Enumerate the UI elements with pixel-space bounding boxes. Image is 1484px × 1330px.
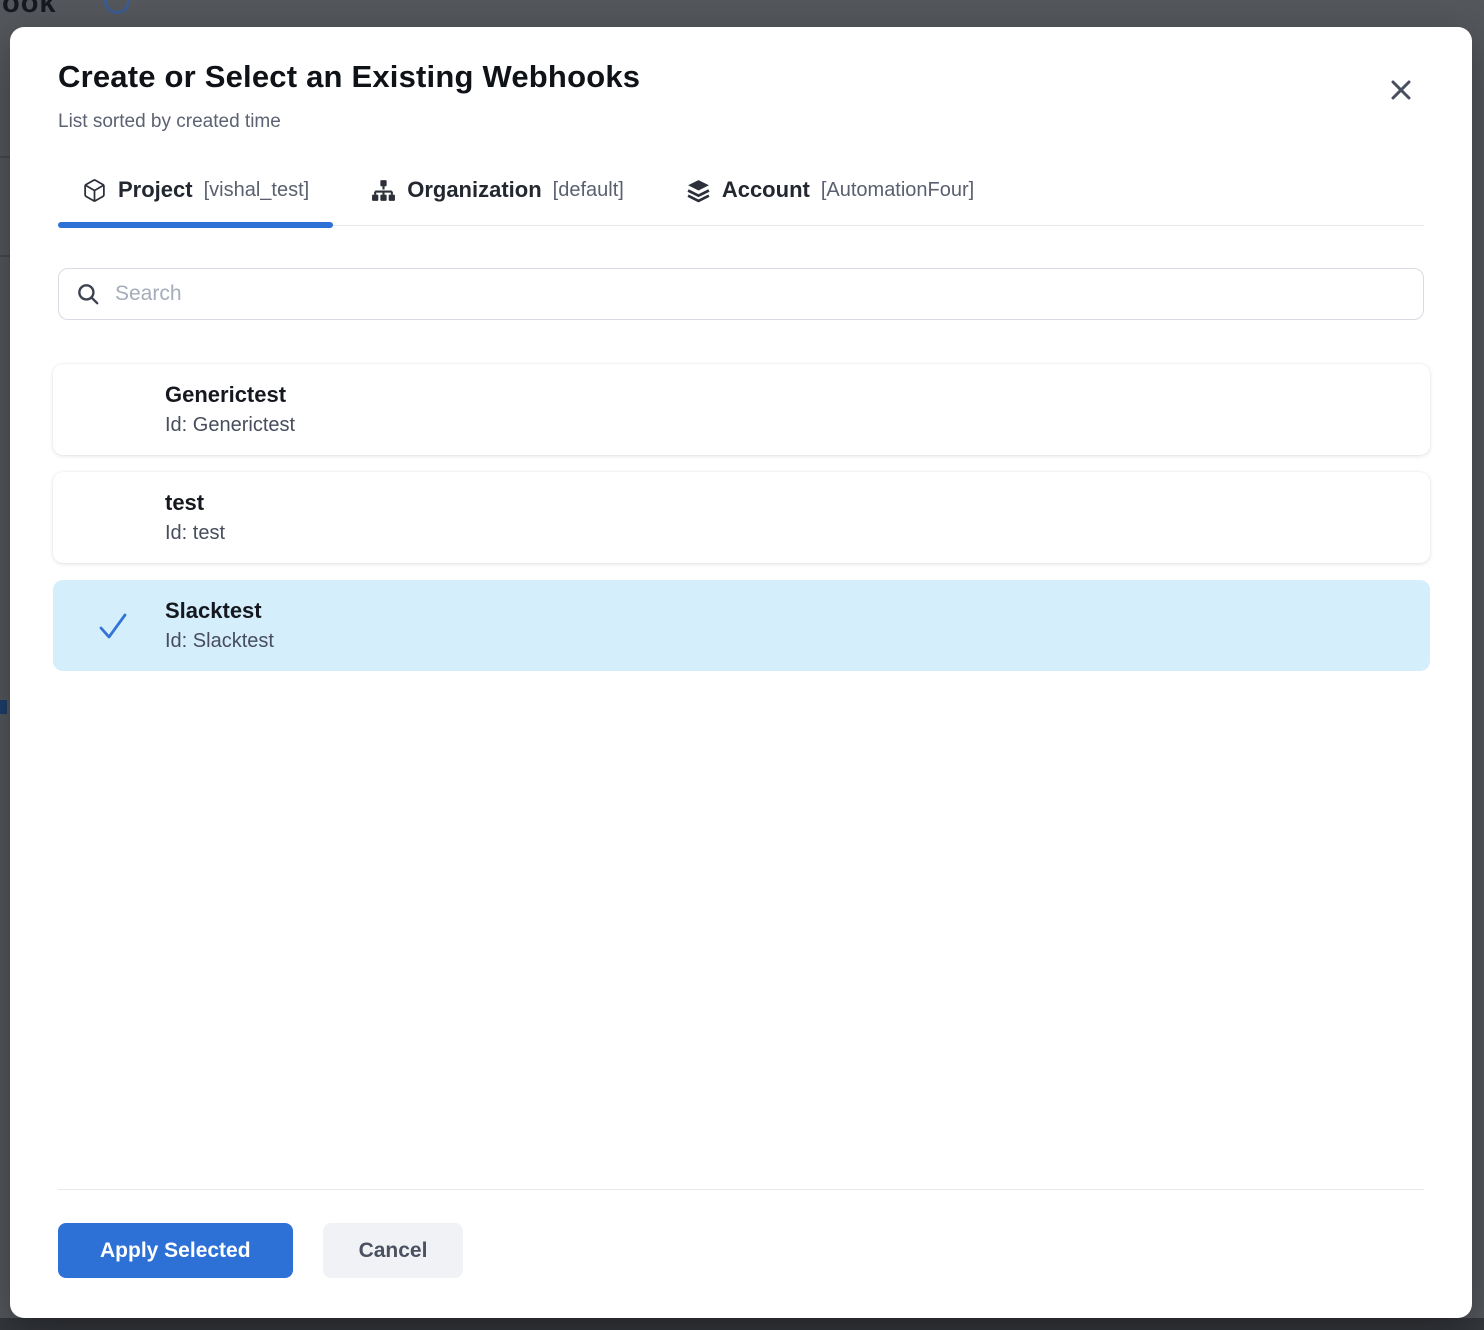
scope-tab-bar: Project [vishal_test] Organization [defa…: [58, 173, 1424, 226]
background-divider: [0, 156, 10, 158]
webhook-name: Generictest: [165, 381, 1430, 409]
check-slot: [93, 498, 133, 538]
info-icon: [104, 0, 130, 14]
background-accent-fragment: [0, 700, 7, 714]
cancel-button[interactable]: Cancel: [323, 1223, 464, 1278]
apply-selected-button[interactable]: Apply Selected: [58, 1223, 293, 1278]
sitemap-icon: [371, 178, 396, 203]
cube-icon: [82, 178, 107, 203]
search-box: [58, 268, 1424, 320]
tab-project[interactable]: Project [vishal_test]: [58, 173, 333, 225]
tab-organization[interactable]: Organization [default]: [347, 173, 648, 225]
close-icon: [1388, 77, 1414, 103]
modal-header: Create or Select an Existing Webhooks Li…: [58, 27, 1424, 133]
modal-subtitle: List sorted by created time: [58, 111, 1424, 133]
list-item-generictest[interactable]: Generictest Id: Generictest: [53, 364, 1430, 455]
check-icon: [93, 606, 133, 646]
background-divider: [0, 255, 10, 257]
tab-account-context: [AutomationFour]: [821, 179, 974, 202]
search-input[interactable]: [115, 282, 1407, 306]
close-button[interactable]: [1382, 71, 1420, 109]
tab-project-context: [vishal_test]: [204, 179, 310, 202]
layers-icon: [686, 178, 711, 203]
list-item-slacktest[interactable]: Slacktest Id: Slacktest: [53, 580, 1430, 671]
tab-organization-label: Organization: [407, 177, 541, 203]
modal-spacer: [58, 688, 1424, 1189]
tab-account[interactable]: Account [AutomationFour]: [662, 173, 998, 225]
webhook-name: Slacktest: [165, 597, 1430, 625]
webhook-list: Generictest Id: Generictest test Id: tes…: [53, 364, 1430, 688]
modal-footer: Apply Selected Cancel: [58, 1189, 1424, 1318]
webhook-id: Id: test: [165, 521, 1430, 546]
modal-title: Create or Select an Existing Webhooks: [58, 59, 1424, 95]
webhooks-modal: Create or Select an Existing Webhooks Li…: [10, 27, 1472, 1318]
background-text-fragment: ook: [2, 0, 57, 20]
tab-project-label: Project: [118, 177, 193, 203]
tab-account-label: Account: [722, 177, 810, 203]
webhook-id: Id: Slacktest: [165, 629, 1430, 654]
check-slot: [93, 390, 133, 430]
webhook-id: Id: Generictest: [165, 413, 1430, 438]
list-item-test[interactable]: test Id: test: [53, 472, 1430, 563]
tab-organization-context: [default]: [553, 179, 624, 202]
webhook-name: test: [165, 489, 1430, 517]
background-bottom-band: [0, 1318, 1484, 1330]
search-icon: [75, 281, 101, 307]
